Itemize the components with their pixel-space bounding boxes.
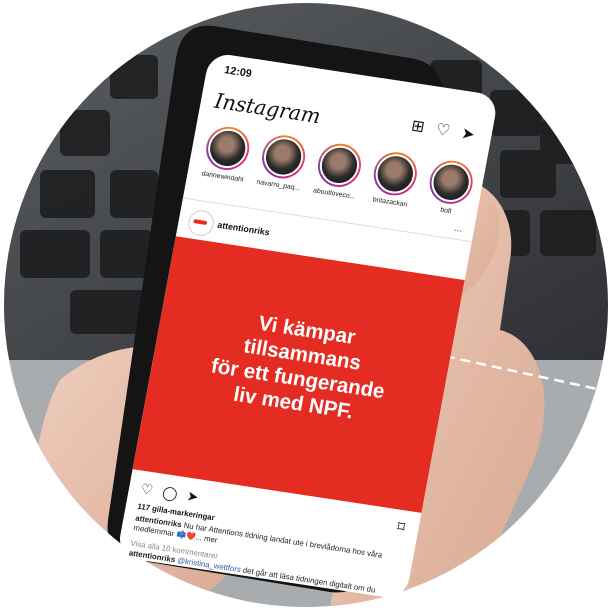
avatar — [428, 159, 475, 205]
story-item[interactable]: bolt — [418, 157, 482, 219]
share-icon[interactable]: ➤ — [186, 488, 200, 505]
avatar — [372, 151, 419, 197]
status-time: 12:09 — [223, 64, 253, 81]
instagram-logo: Instagram — [212, 88, 323, 129]
like-heart-icon[interactable]: ♡ — [139, 481, 154, 498]
story-item[interactable]: britazackari — [362, 148, 426, 210]
post-header[interactable]: attentionriks — [186, 208, 270, 238]
story-username: aboutloveco... — [312, 187, 356, 201]
post-image[interactable]: Vi kämpar tillsammans för ett fungerande… — [132, 236, 465, 513]
avatar — [204, 126, 251, 171]
comment-icon[interactable]: ◯ — [161, 484, 179, 502]
story-item[interactable]: dannewindahl — [195, 123, 259, 185]
post-account-name[interactable]: attentionriks — [217, 220, 271, 238]
bookmark-icon[interactable]: ⌑ — [396, 517, 407, 536]
story-username: navarro_paq... — [255, 178, 301, 193]
send-icon[interactable]: ➤ — [456, 124, 479, 146]
heart-icon[interactable]: ♡ — [431, 120, 454, 142]
story-username: bolt — [439, 206, 452, 216]
story-item[interactable]: aboutloveco... — [307, 140, 371, 202]
more-options-icon[interactable]: ... — [453, 223, 463, 235]
add-post-icon[interactable]: ⊞ — [406, 116, 429, 138]
avatar — [316, 143, 363, 188]
post-avatar — [186, 208, 216, 238]
post-actions: ♡ ◯ ➤ — [139, 481, 200, 506]
post-headline: Vi kämpar tillsammans för ett fungerande… — [147, 296, 454, 437]
story-username: dannewindahl — [200, 170, 244, 184]
story-username: britazackari — [372, 196, 408, 209]
avatar — [260, 134, 307, 180]
story-item[interactable]: navarro_paq... — [251, 131, 315, 193]
